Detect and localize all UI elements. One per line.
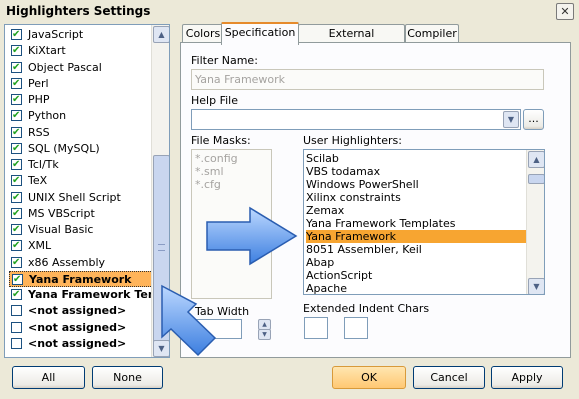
arrow-right-icon bbox=[206, 206, 298, 266]
arrow-up-left-icon bbox=[161, 284, 217, 357]
cancel-button[interactable]: Cancel bbox=[413, 366, 485, 389]
tab-specification[interactable]: Specification bbox=[221, 22, 299, 45]
annotation-arrows bbox=[161, 206, 298, 357]
apply-button[interactable]: Apply bbox=[491, 366, 563, 389]
ok-button[interactable]: OK bbox=[332, 366, 406, 389]
all-button[interactable]: All bbox=[12, 366, 85, 389]
none-button[interactable]: None bbox=[92, 366, 163, 389]
